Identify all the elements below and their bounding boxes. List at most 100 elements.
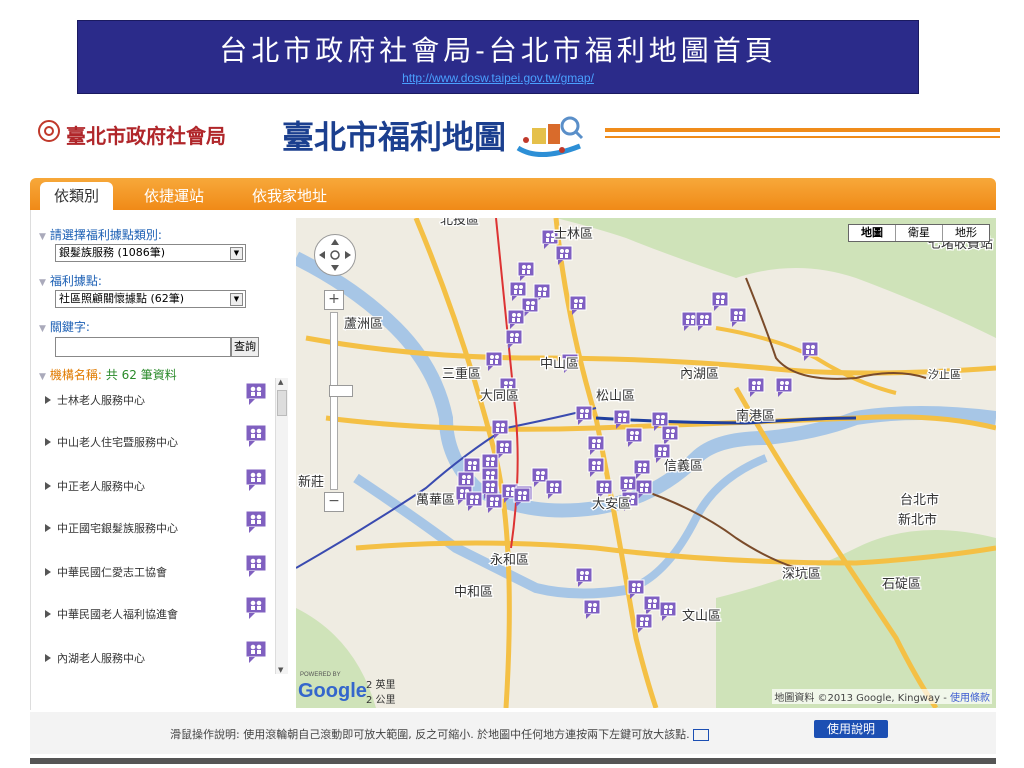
district-label: 蘆洲區 [344, 317, 383, 332]
banner-title: 台北市政府社會局-台北市福利地圖首頁 [219, 34, 777, 67]
map-type-satellite[interactable]: 衛星 [895, 225, 942, 241]
result-scrollbar[interactable]: ▲ ▼ [275, 378, 288, 674]
search-button[interactable]: 查詢 [231, 337, 259, 357]
chevron-down-icon[interactable]: ▼ [230, 247, 243, 260]
location-marker-icon[interactable] [245, 382, 267, 406]
scroll-thumb[interactable] [277, 390, 287, 416]
page-footer: 滑鼠操作說明: 使用滾輪朝自己滾動即可放大範圍, 反之可縮小. 於地圖中任何地方… [30, 712, 996, 754]
result-item-name[interactable]: 士林老人服務中心 [57, 392, 145, 408]
location-marker-icon[interactable] [245, 596, 267, 620]
district-label: 松山區 [596, 389, 635, 404]
district-label: 台北市 [900, 492, 939, 508]
scroll-down-icon[interactable]: ▼ [278, 666, 283, 674]
tab-by-category[interactable]: 依類別 [40, 182, 114, 210]
result-item-name[interactable]: 中華民國仁愛志工協會 [57, 564, 167, 580]
map-canvas[interactable]: 北投區士林區蘆洲區三重區 中山區大同區 松山區 內湖區南港區萬華區 大安區 信義區永和區中… [296, 218, 996, 708]
help-button[interactable]: 使用說明 [814, 720, 888, 738]
district-label: 中山區 [540, 357, 579, 372]
pan-control[interactable] [314, 234, 356, 276]
result-list-item[interactable]: 中正老人服務中心 [45, 468, 281, 504]
district-label: 三重區 [442, 366, 481, 382]
scale-km: 2 公里 [366, 695, 396, 706]
district-label: 石碇區 [882, 577, 921, 592]
result-item-name[interactable]: 中正國宅銀髮族服務中心 [57, 520, 178, 536]
location-marker-icon[interactable] [245, 510, 267, 534]
result-list-item[interactable]: 內湖老人服務中心 [45, 640, 281, 676]
result-item-name[interactable]: 中正老人服務中心 [57, 478, 145, 494]
expand-arrow-icon[interactable] [45, 524, 51, 532]
zoom-track[interactable] [329, 312, 353, 490]
location-marker-icon[interactable] [245, 554, 267, 578]
zoom-slider-handle[interactable] [329, 385, 353, 397]
org-name: 臺北市政府社會局 [66, 124, 226, 148]
district-label: 信義區 [664, 458, 703, 474]
result-list-item[interactable]: 中正國宅銀髮族服務中心 [45, 510, 281, 546]
district-label: 新北市 [898, 512, 937, 528]
welfare-map[interactable]: 北投區士林區蘆洲區三重區 中山區大同區 松山區 內湖區南港區萬華區 大安區 信義區永和區中… [296, 218, 996, 708]
district-label: 永和區 [490, 553, 529, 568]
expand-arrow-icon[interactable] [45, 482, 51, 490]
bullet-icon: ▼ [39, 232, 46, 242]
district-label: 北投區 [440, 218, 479, 228]
result-list-item[interactable]: 中華民國仁愛志工協會 [45, 554, 281, 590]
mail-icon[interactable] [693, 729, 710, 741]
district-label: 大同區 [480, 389, 519, 404]
expand-arrow-icon[interactable] [45, 568, 51, 576]
google-logo: POWERED BY Google [298, 672, 367, 702]
tab-by-mrt-station[interactable]: 依捷運站 [130, 182, 218, 210]
bullet-icon: ▼ [39, 278, 46, 288]
expand-arrow-icon[interactable] [45, 438, 51, 446]
point-label: ▼ 福利據點: [39, 274, 102, 288]
banner-url-link[interactable]: http://www.dosw.taipei.gov.tw/gmap/ [78, 71, 918, 85]
district-label: 萬華區 [416, 493, 455, 508]
district-label: 汐止區 [928, 367, 961, 381]
result-count: ▼ 機構名稱: 共 62 筆資料 [39, 368, 177, 382]
zoom-in-button[interactable]: + [324, 290, 344, 310]
result-item-name[interactable]: 中華民國老人福利協進會 [57, 606, 178, 622]
result-list-item[interactable]: 中華民國老人福利協進會 [45, 596, 281, 632]
scroll-up-icon[interactable]: ▲ [278, 378, 283, 386]
result-item-name[interactable]: 中山老人住宅暨服務中心 [57, 434, 178, 450]
keyword-label: ▼ 關鍵字: [39, 320, 90, 334]
point-select[interactable]: 社區照顧關懷據點 (62筆) ▼ [55, 290, 246, 308]
terms-link[interactable]: 使用條款 [950, 693, 990, 704]
zoom-out-button[interactable]: − [324, 492, 344, 512]
site-title: 臺北市福利地圖 [282, 118, 507, 156]
map-type-road[interactable]: 地圖 [849, 225, 895, 241]
expand-arrow-icon[interactable] [45, 654, 51, 662]
category-label: ▼ 請選擇福利據點類別: [39, 228, 162, 242]
expand-arrow-icon[interactable] [45, 610, 51, 618]
result-list-item[interactable]: 士林老人服務中心 [45, 382, 281, 418]
location-marker-icon[interactable] [245, 424, 267, 448]
district-label: 南港區 [736, 408, 775, 424]
district-label: 內湖區 [680, 367, 719, 382]
site-header: 臺北市政府社會局 臺北市福利地圖 [30, 100, 1000, 170]
chevron-down-icon[interactable]: ▼ [230, 293, 243, 306]
pan-arrows-icon[interactable] [315, 235, 355, 275]
mouse-instructions: 滑鼠操作說明: 使用滾輪朝自己滾動即可放大範圍, 反之可縮小. 於地圖中任何地方… [170, 726, 710, 742]
district-label: 文山區 [682, 609, 721, 624]
category-select[interactable]: 銀髮族服務 (1086筆) ▼ [55, 244, 246, 262]
welfare-logo-icon [516, 116, 584, 158]
category-tabs-bar: 依類別 依捷運站 依我家地址 [30, 178, 996, 210]
zoom-control[interactable]: + − [324, 290, 353, 512]
scale-miles: 2 英里 [366, 680, 396, 691]
expand-arrow-icon[interactable] [45, 396, 51, 404]
map-scale: 2 英里 2 公里 [366, 676, 396, 706]
map-type-terrain[interactable]: 地形 [942, 225, 989, 241]
map-copyright: 地圖資料 ©2013 Google, Kingway - 使用條款 [772, 689, 992, 704]
district-label: 中和區 [454, 585, 493, 600]
tab-by-home-address[interactable]: 依我家地址 [238, 182, 341, 210]
district-label: 士林區 [554, 227, 593, 242]
keyword-input[interactable] [55, 337, 231, 357]
footer-divider [30, 758, 996, 764]
result-list-item[interactable]: 中山老人住宅暨服務中心 [45, 424, 281, 460]
location-marker-icon[interactable] [245, 468, 267, 492]
location-marker-icon[interactable] [245, 640, 267, 664]
slide-banner: 台北市政府社會局-台北市福利地圖首頁 http://www.dosw.taipe… [77, 20, 919, 94]
district-label: 大安區 [592, 497, 631, 512]
map-type-switcher[interactable]: 地圖 衛星 地形 [848, 224, 990, 242]
district-label: 新莊 [298, 474, 324, 490]
result-item-name[interactable]: 內湖老人服務中心 [57, 650, 145, 666]
header-accent-line [605, 128, 1000, 132]
